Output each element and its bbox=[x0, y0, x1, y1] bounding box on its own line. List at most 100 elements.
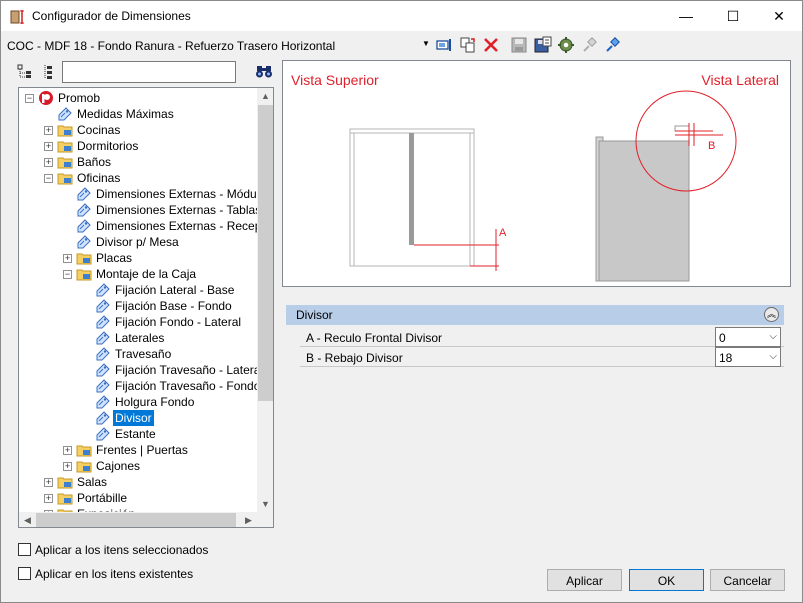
cancel-button[interactable]: Cancelar bbox=[710, 569, 785, 591]
expand-plus-icon[interactable]: + bbox=[44, 494, 53, 503]
property-group-header[interactable]: Divisor ︽ bbox=[286, 305, 784, 325]
dropdown-arrow-icon[interactable]: ▼ bbox=[422, 39, 430, 48]
minimize-button[interactable]: — bbox=[663, 1, 709, 31]
tree-item-label: Frentes | Puertas bbox=[96, 443, 188, 457]
folder-icon bbox=[57, 474, 73, 490]
tree-vertical-scrollbar[interactable]: ▲ ▼ bbox=[257, 88, 273, 512]
apply-selected-label: Aplicar a los itens seleccionados bbox=[35, 543, 209, 557]
expand-plus-icon[interactable]: + bbox=[63, 446, 72, 455]
tree-item-label: Portábille bbox=[77, 491, 128, 505]
tree-horizontal-scroll-thumb[interactable] bbox=[36, 513, 236, 527]
pin-icon[interactable] bbox=[604, 36, 622, 54]
dimension-diagram: A B bbox=[349, 90, 737, 282]
expand-plus-icon[interactable]: + bbox=[44, 158, 53, 167]
apply-existing-label: Aplicar en los itens existentes bbox=[35, 567, 194, 581]
rebajo-divisor-select[interactable]: 18 ⌵ bbox=[715, 347, 781, 367]
folder-icon bbox=[76, 442, 92, 458]
maximize-button[interactable]: ☐ bbox=[710, 1, 756, 31]
tree-item[interactable]: + Dormitorios bbox=[19, 138, 255, 154]
binoculars-search-icon[interactable] bbox=[255, 64, 273, 83]
tree-horizontal-scrollbar[interactable]: ◀ ▶ bbox=[19, 512, 273, 527]
property-grid: Divisor ︽ A - Reculo Frontal Divisor 0 ⌵… bbox=[286, 305, 784, 369]
delete-icon[interactable] bbox=[482, 36, 500, 54]
tree-item[interactable]: Dimensiones Externas - Módulos bbox=[19, 186, 272, 202]
expand-plus-icon[interactable]: + bbox=[63, 462, 72, 471]
tree-item[interactable]: Fijación Base - Fondo bbox=[19, 298, 255, 314]
tree-item[interactable]: Fijación Lateral - Base bbox=[19, 282, 255, 298]
chevron-down-icon[interactable]: ⌵ bbox=[769, 351, 777, 362]
tree-vertical-scroll-thumb[interactable] bbox=[258, 105, 273, 401]
settings-icon[interactable] bbox=[557, 36, 575, 54]
preview-pane: Vista Superior Vista Lateral A B bbox=[282, 60, 791, 287]
tree-item[interactable]: Fijación Travesaño - Fondo bbox=[19, 378, 260, 394]
tree-item[interactable]: Laterales bbox=[19, 330, 255, 346]
tree-expand-icon[interactable] bbox=[17, 64, 33, 83]
tree-item-label: Dimensiones Externas - Tablas bbox=[96, 203, 262, 217]
tree-item[interactable]: + Baños bbox=[19, 154, 255, 170]
tree-item-label: Dimensiones Externas - Módulos bbox=[96, 187, 273, 201]
tree-item-label: Holgura Fondo bbox=[115, 395, 195, 409]
reculo-frontal-select[interactable]: 0 ⌵ bbox=[715, 327, 781, 347]
collapse-minus-icon[interactable]: − bbox=[63, 270, 72, 279]
tree-item[interactable]: + Salas bbox=[19, 474, 255, 490]
tree-item[interactable]: Fijación Fondo - Lateral bbox=[19, 314, 255, 330]
tree-item[interactable]: + Frentes | Puertas bbox=[19, 442, 255, 458]
expand-plus-icon[interactable]: + bbox=[44, 142, 53, 151]
tree-item[interactable]: Medidas Máximas bbox=[19, 106, 255, 122]
tree-item-label: Medidas Máximas bbox=[77, 107, 174, 121]
apply-button[interactable]: Aplicar bbox=[547, 569, 622, 591]
expand-plus-icon[interactable]: + bbox=[44, 126, 53, 135]
tree-item[interactable]: Divisor bbox=[19, 410, 255, 426]
tree-item[interactable]: Travesaño bbox=[19, 346, 255, 362]
tree-item[interactable]: + Portábille bbox=[19, 490, 255, 506]
tree-item[interactable]: Dimensiones Externas - Recepción bbox=[19, 218, 273, 234]
tree-item-label: Montaje de la Caja bbox=[96, 267, 197, 281]
folder-icon bbox=[76, 250, 92, 266]
tag-icon bbox=[95, 394, 111, 410]
property-label: A - Reculo Frontal Divisor bbox=[306, 331, 443, 345]
tree-item-label: Dormitorios bbox=[77, 139, 139, 153]
tree-item[interactable]: + Placas bbox=[19, 250, 255, 266]
scroll-up-icon[interactable]: ▲ bbox=[257, 88, 273, 104]
scroll-left-icon[interactable]: ◀ bbox=[19, 512, 36, 527]
tree-item[interactable]: Holgura Fondo bbox=[19, 394, 255, 410]
tree-item-label: Divisor p/ Mesa bbox=[96, 235, 179, 249]
save-as-icon[interactable] bbox=[534, 36, 552, 54]
copy-icon[interactable] bbox=[459, 36, 477, 54]
scroll-down-icon[interactable]: ▼ bbox=[257, 496, 273, 512]
chevron-down-icon[interactable]: ⌵ bbox=[769, 331, 777, 342]
close-button[interactable]: ✕ bbox=[756, 1, 802, 31]
tree-item-label: Fijación Travesaño - Lateral bbox=[115, 363, 264, 377]
collapse-minus-icon[interactable]: − bbox=[44, 174, 53, 183]
tree-item[interactable]: − Oficinas bbox=[19, 170, 255, 186]
window-title: Configurador de Dimensiones bbox=[32, 9, 191, 23]
dialog-window: Configurador de Dimensiones — ☐ ✕ COC - … bbox=[0, 0, 803, 603]
pin-gray-icon[interactable] bbox=[581, 36, 599, 54]
collapse-chevron-icon[interactable]: ︽ bbox=[764, 307, 779, 322]
tree-item-label: Laterales bbox=[115, 331, 165, 345]
ok-button[interactable]: OK bbox=[629, 569, 704, 591]
collapse-minus-icon[interactable]: − bbox=[25, 94, 34, 103]
category-tree[interactable]: − Promob Medidas Máximas + Cocinas + Dormitori… bbox=[18, 87, 274, 528]
expand-plus-icon[interactable]: + bbox=[63, 254, 72, 263]
tree-item[interactable]: Fijación Travesaño - Lateral bbox=[19, 362, 263, 378]
apply-existing-checkbox[interactable] bbox=[18, 567, 31, 580]
move-icon[interactable] bbox=[435, 36, 453, 54]
apply-selected-checkbox[interactable] bbox=[18, 543, 31, 556]
expand-plus-icon[interactable]: + bbox=[44, 478, 53, 487]
side-view-drawing bbox=[595, 90, 737, 282]
property-value: 18 bbox=[719, 351, 733, 365]
tree-item-label: Estante bbox=[115, 427, 156, 441]
tree-item[interactable]: − Promob bbox=[19, 90, 255, 106]
tree-item[interactable]: + Cocinas bbox=[19, 122, 255, 138]
tree-item[interactable]: Dimensiones Externas - Tablas bbox=[19, 202, 261, 218]
save-icon[interactable] bbox=[510, 36, 528, 54]
tree-item[interactable]: − Montaje de la Caja bbox=[19, 266, 255, 282]
tree-item[interactable]: Divisor p/ Mesa bbox=[19, 234, 255, 250]
tree-item[interactable]: + Cajones bbox=[19, 458, 255, 474]
tree-item[interactable]: Estante bbox=[19, 426, 255, 442]
tree-search-input[interactable] bbox=[62, 61, 236, 83]
tag-icon bbox=[95, 282, 111, 298]
scroll-right-icon[interactable]: ▶ bbox=[240, 512, 257, 527]
tree-collapse-icon[interactable] bbox=[40, 64, 56, 83]
